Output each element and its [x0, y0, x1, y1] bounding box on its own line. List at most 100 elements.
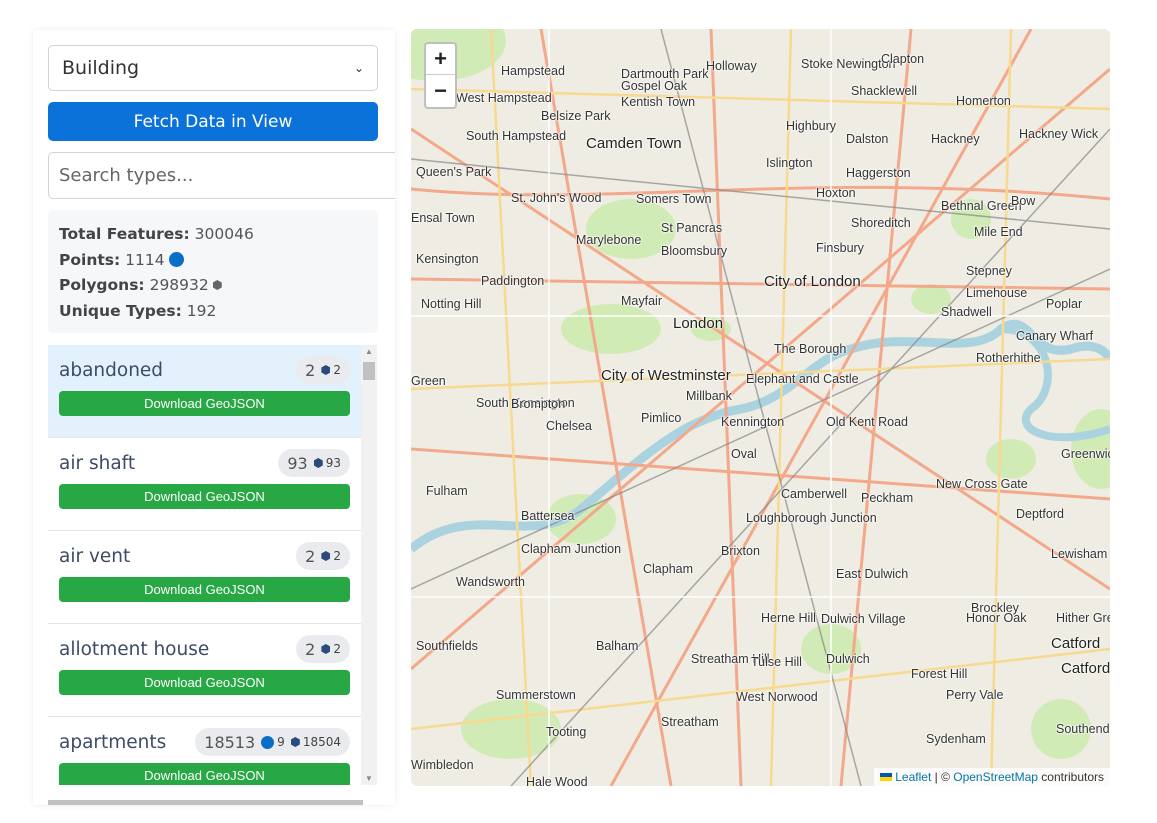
place-label: Streatham — [661, 715, 719, 729]
download-geojson-button[interactable]: Download GeoJSON — [59, 484, 350, 509]
attr-sep: | © — [931, 770, 954, 784]
leaflet-link[interactable]: Leaflet — [895, 770, 931, 784]
place-label: Ensal Town — [411, 211, 475, 225]
place-label: Green — [411, 374, 446, 388]
place-label: City of London — [764, 273, 861, 290]
download-geojson-button[interactable]: Download GeoJSON — [59, 391, 350, 416]
place-label: Hale Wood — [526, 775, 588, 786]
stats-panel: Total Features: 300046 Points: 1114 Poly… — [48, 210, 378, 333]
place-label: Dalston — [846, 132, 889, 146]
place-label: Holloway — [706, 59, 757, 73]
badge-polygons: 2 — [321, 363, 341, 377]
place-label: Poplar — [1046, 297, 1083, 311]
place-label: Wimbledon — [411, 758, 474, 772]
download-geojson-button[interactable]: Download GeoJSON — [59, 763, 350, 785]
place-label: Clapton — [881, 52, 925, 66]
place-label: Greenwich — [1061, 447, 1110, 461]
list-item[interactable]: abandoned 2 2 Download GeoJSON — [48, 345, 361, 438]
place-label: Queen's Park — [416, 165, 492, 179]
place-label: Finsbury — [816, 241, 864, 255]
count-badge: 93 93 — [278, 449, 350, 477]
type-name: air vent — [59, 546, 131, 567]
place-label: Oval — [731, 447, 757, 461]
place-label: Kensington — [416, 252, 479, 266]
type-list: abandoned 2 2 Download GeoJSON air shaft 93 93… — [48, 345, 361, 785]
count-badge: 22 — [296, 542, 350, 570]
place-label: Kennington — [721, 415, 785, 429]
zoom-control: + − — [424, 42, 457, 109]
stat-total: Total Features: 300046 — [59, 225, 254, 243]
place-label: Hackney — [931, 132, 980, 146]
place-label: South Hampstead — [466, 129, 567, 143]
place-label: Gospel Oak — [621, 79, 688, 93]
place-label: Old Kent Road — [826, 415, 908, 429]
place-label: Hackney Wick — [1019, 127, 1099, 141]
place-label: Battersea — [521, 509, 575, 523]
badge-total: 2 — [305, 639, 316, 659]
count-badge: 18513 9 18504 — [195, 728, 350, 756]
place-label: New Cross Gate — [936, 477, 1028, 491]
place-label: Lewisham — [1051, 547, 1108, 561]
ukraine-flag-icon — [880, 773, 893, 781]
place-label: The Borough — [774, 342, 847, 356]
polygon-icon — [290, 737, 300, 747]
attr-contributors: contributors — [1037, 770, 1104, 784]
download-geojson-button[interactable]: Download GeoJSON — [59, 670, 350, 695]
chevron-down-icon: ⌄ — [353, 61, 364, 75]
search-types-input[interactable]: Search types... — [48, 152, 395, 199]
badge-total: 2 — [305, 546, 316, 566]
layer-type-select[interactable]: Building ⌄ — [48, 45, 378, 91]
download-geojson-button[interactable]: Download GeoJSON — [59, 577, 350, 602]
place-label: Belsize Park — [541, 109, 611, 123]
polygon-icon — [321, 644, 331, 654]
stat-polygons: Polygons: 298932 — [59, 273, 367, 299]
place-label: West Hampstead — [456, 91, 552, 105]
fetch-data-button[interactable]: Fetch Data in View — [48, 102, 378, 141]
list-scrollbar[interactable]: ▲ ▼ — [361, 345, 377, 785]
badge-polygons: 2 — [321, 642, 341, 656]
map[interactable]: Hampstead Dartmouth Park Holloway Stoke New… — [411, 29, 1110, 786]
count-badge: 22 — [296, 635, 350, 663]
place-label: Elephant and Castle — [746, 372, 859, 386]
badge-polygons: 18504 — [290, 735, 341, 749]
list-item[interactable]: allotment house 2 2 Download GeoJSON — [48, 624, 361, 717]
place-label: Clapham Junction — [521, 542, 622, 556]
place-label: Peckham — [861, 491, 914, 505]
horizontal-scrollbar[interactable] — [48, 800, 363, 805]
place-label: Stepney — [966, 264, 1012, 278]
place-label: Shoreditch — [851, 216, 911, 230]
osm-link[interactable]: OpenStreetMap — [953, 770, 1038, 784]
badge-polygons: 93 — [313, 456, 341, 470]
badge-total: 18513 — [204, 732, 256, 752]
zoom-out-button[interactable]: − — [426, 75, 455, 106]
type-name: apartments — [59, 732, 167, 753]
place-label: Sydenham — [926, 732, 986, 746]
list-item[interactable]: air vent 2 2 Download GeoJSON — [48, 531, 361, 624]
place-label: Islington — [766, 156, 813, 170]
polygon-icon — [321, 365, 331, 375]
place-label: Chelsea — [546, 419, 592, 433]
place-label: Catford — [1061, 660, 1110, 677]
polygon-icon — [321, 551, 331, 561]
place-label: Clapham — [643, 562, 694, 576]
place-label: Mile End — [974, 225, 1023, 239]
place-label: Southend — [1056, 722, 1110, 736]
place-label: Wandsworth — [456, 575, 526, 589]
select-value: Building — [62, 57, 140, 79]
place-label: Limehouse — [966, 286, 1028, 300]
place-label: Pimlico — [641, 411, 682, 425]
list-item[interactable]: apartments 18513 9 18504 Download GeoJSON — [48, 717, 361, 785]
stat-unique: Unique Types: 192 — [59, 301, 217, 320]
place-label: Bloomsbury — [661, 244, 727, 258]
sidebar: Building ⌄ Fetch Data in View Search type… — [33, 30, 395, 805]
badge-total: 93 — [287, 453, 308, 473]
zoom-in-button[interactable]: + — [426, 44, 455, 75]
place-label: Millbank — [686, 389, 732, 403]
type-name: air shaft — [59, 453, 136, 474]
list-item[interactable]: air shaft 93 93 Download GeoJSON — [48, 438, 361, 531]
place-label: City of Westminster — [601, 367, 731, 384]
place-label: Balham — [596, 639, 639, 653]
place-label: St. John's Wood — [511, 191, 602, 205]
place-label: Dulwich — [826, 652, 870, 666]
stat-points: Points: 1114 — [59, 248, 367, 274]
